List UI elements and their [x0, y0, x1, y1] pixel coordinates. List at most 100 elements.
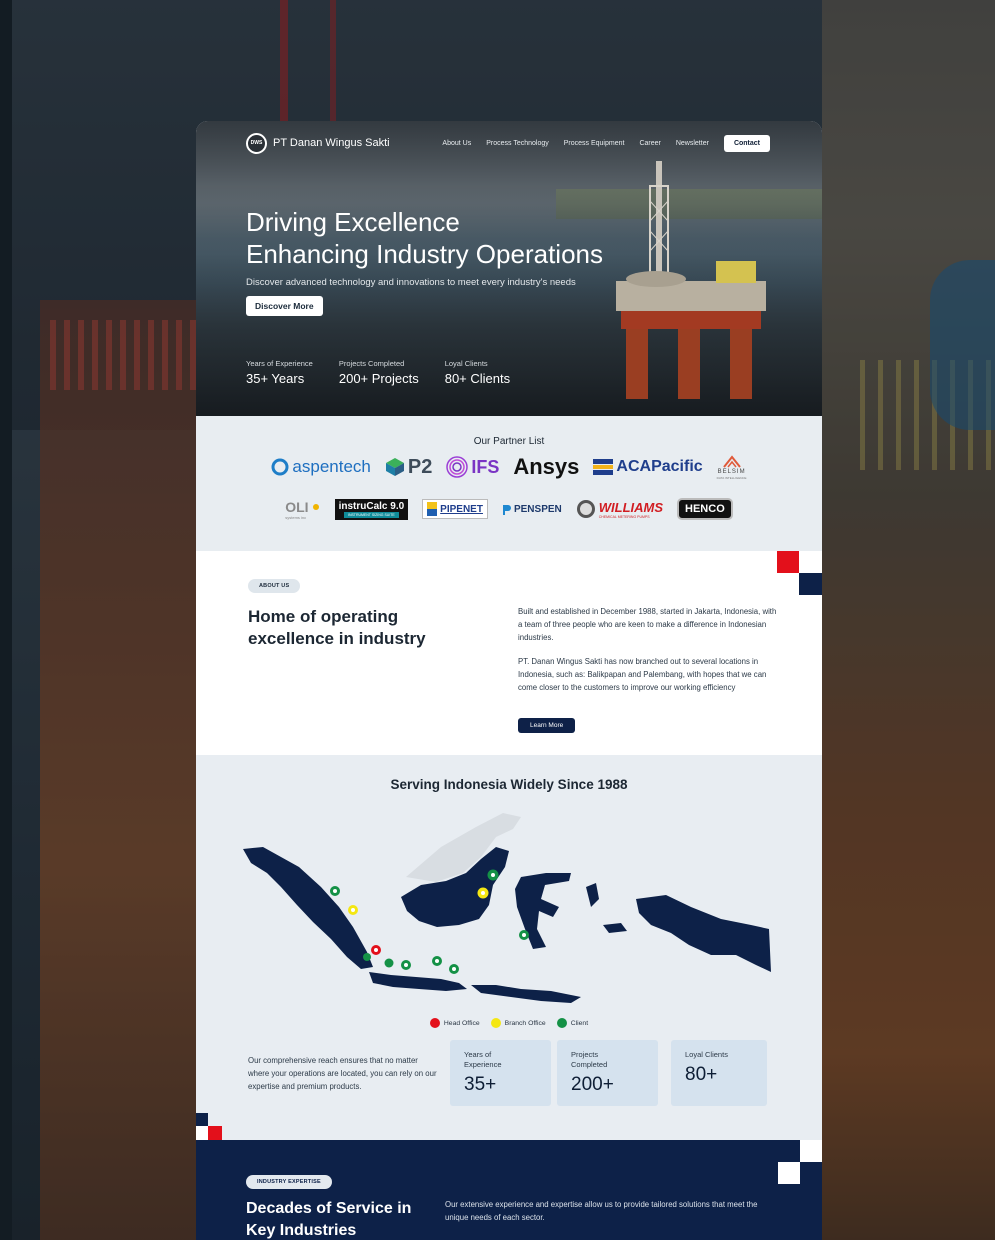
hero-section: DWS PT Danan Wingus Sakti About Us Proce…	[196, 121, 822, 416]
hero-title-line2: Enhancing Industry Operations	[246, 239, 603, 269]
map-pin-client[interactable]	[401, 960, 411, 970]
company-name: PT Danan Wingus Sakti	[273, 137, 390, 149]
hero-stat-label: Loyal Clients	[444, 359, 488, 368]
map-pin-client[interactable]	[432, 956, 442, 966]
contact-button[interactable]: Contact	[723, 134, 770, 152]
nav-about-us[interactable]: About Us	[442, 140, 471, 147]
map-legend: Head Office Branch Office Client	[196, 1018, 822, 1028]
penspen-mark-icon	[502, 504, 511, 515]
partner-ifs: IFS	[446, 456, 499, 478]
legend-green-dot-icon	[556, 1018, 567, 1028]
expertise-title-line1: Decades of Service in	[246, 1200, 412, 1217]
partner-name: PIPENET	[440, 503, 483, 515]
discover-more-button[interactable]: Discover More	[246, 296, 323, 316]
belsim-mark-icon	[722, 454, 741, 468]
map-pin-branch[interactable]	[477, 887, 489, 899]
map-maluku	[586, 883, 627, 933]
ifs-sphere-icon	[446, 456, 469, 478]
map-pin-client[interactable]	[330, 886, 340, 896]
pipenet-flag-icon	[427, 502, 438, 516]
legend-client: Client	[556, 1018, 589, 1028]
hero-oil-rig-illustration	[616, 161, 766, 399]
stat-box-projects: Projects Completed 200+	[557, 1040, 658, 1106]
company-logo[interactable]: DWS PT Danan Wingus Sakti	[246, 132, 390, 154]
stat-value: 200+	[571, 1074, 614, 1095]
reach-text: Our comprehensive reach ensures that no …	[248, 1056, 437, 1091]
about-chip: ABOUT US	[248, 579, 301, 593]
nav-newsletter[interactable]: Newsletter	[676, 140, 709, 147]
legend-red-dot-icon	[429, 1018, 440, 1028]
partner-pipenet: PIPENET	[422, 499, 488, 519]
partner-name: OLI	[285, 498, 309, 515]
about-paragraph: Built and established in December 1988, …	[518, 607, 777, 642]
map-pin-client[interactable]	[519, 930, 529, 940]
legend-branch-office: Branch Office	[490, 1018, 546, 1028]
nav-links: About Us Process Technology Process Equi…	[442, 134, 770, 152]
partner-penspen: PENSPEN	[502, 504, 562, 515]
about-paragraph: PT. Danan Wingus Sakti has now branched …	[518, 657, 767, 692]
about-title-line1: Home of operating	[248, 607, 399, 626]
expertise-title: Decades of Service in Key Industries	[246, 1198, 411, 1240]
map-pin-client[interactable]	[363, 953, 371, 961]
partner-row-1: aspentech P2 IFS Ansys ACAPacific BELSIM…	[196, 454, 822, 480]
map-pin-client[interactable]	[449, 964, 459, 974]
nav-process-technology[interactable]: Process Technology	[486, 140, 549, 147]
map-java	[369, 972, 467, 991]
stat-box-clients: Loyal Clients 80+	[671, 1040, 767, 1106]
partner-oli: OLI systems inc	[285, 499, 320, 520]
p2-cube-icon	[385, 458, 404, 476]
decor-square-navy	[799, 573, 822, 595]
oli-mark: OLI	[285, 499, 320, 515]
hero-stat-value: 80+ Clients	[444, 371, 511, 386]
partner-aspentech: aspentech	[271, 457, 371, 477]
map-pin-branch[interactable]	[348, 905, 358, 915]
partner-subtitle: systems inc	[285, 514, 307, 520]
stat-label: Projects Completed	[571, 1050, 608, 1069]
legend-yellow-dot-icon	[490, 1018, 501, 1028]
partner-williams: WILLIAMS CHEMICAL METERING PUMPS	[576, 499, 663, 519]
hero-stat-label: Projects Completed	[338, 359, 405, 368]
expertise-chip: INDUSTRY EXPERTISE	[246, 1175, 332, 1189]
map-pin-head-office[interactable]	[371, 945, 381, 955]
learn-more-button[interactable]: Learn More	[518, 718, 576, 733]
decor-square-red	[777, 551, 799, 573]
hero-stat-label: Years of Experience	[246, 359, 313, 368]
stat-value: 35+	[464, 1074, 497, 1095]
nav-career[interactable]: Career	[639, 140, 660, 147]
map-pin-client[interactable]	[487, 869, 499, 881]
decor-square-red	[208, 1126, 222, 1140]
about-section: ABOUT US Home of operating excellence in…	[196, 551, 822, 755]
partner-row-2: OLI systems inc instruCalc 9.0 INSTRUMEN…	[196, 498, 822, 520]
legend-label: Client	[570, 1019, 589, 1027]
coverage-section: Serving Indonesia Widely Since 1988 Head…	[196, 755, 822, 1140]
williams-text: WILLIAMS CHEMICAL METERING PUMPS	[599, 500, 663, 519]
partner-name: ACAPacific	[616, 458, 703, 475]
map-borneo-north	[406, 813, 521, 882]
stat-label: Loyal Clients	[685, 1050, 728, 1059]
stat-value: 80+	[685, 1064, 718, 1085]
hero-title-line1: Driving Excellence	[246, 207, 460, 237]
map-pin-client[interactable]	[384, 958, 394, 968]
oli-sparkle-icon	[312, 503, 319, 510]
dws-logo-icon: DWS	[246, 132, 267, 154]
partner-instrucalc: instruCalc 9.0 INSTRUMENT SIZING SUITE	[334, 498, 409, 520]
hero-stats: Years of Experience 35+ Years Projects C…	[246, 359, 510, 386]
about-title-line2: excellence in industry	[248, 629, 426, 648]
expertise-text: Our extensive experience and expertise a…	[445, 1200, 758, 1222]
partner-name: WILLIAMS	[598, 499, 664, 515]
partner-name: instruCalc 9.0	[338, 500, 405, 512]
aspentech-icon	[271, 458, 289, 476]
hero-stat-clients: Loyal Clients 80+ Clients	[445, 359, 510, 386]
indonesia-map	[243, 813, 771, 1003]
partner-belsim: BELSIM DATA INTELLIGENCE	[717, 454, 747, 480]
partner-acapacific: ACAPacific	[593, 458, 703, 476]
legend-label: Branch Office	[504, 1019, 546, 1027]
coverage-title: Serving Indonesia Widely Since 1988	[390, 777, 628, 792]
nav-process-equipment[interactable]: Process Equipment	[564, 140, 625, 147]
partner-name: Ansys	[513, 454, 580, 479]
hero-stat-value: 35+ Years	[246, 371, 305, 386]
decor-square-white	[778, 1162, 800, 1184]
hero-stat-years: Years of Experience 35+ Years	[246, 359, 313, 386]
partner-name: P2	[407, 455, 433, 478]
legend-label: Head Office	[443, 1019, 480, 1027]
